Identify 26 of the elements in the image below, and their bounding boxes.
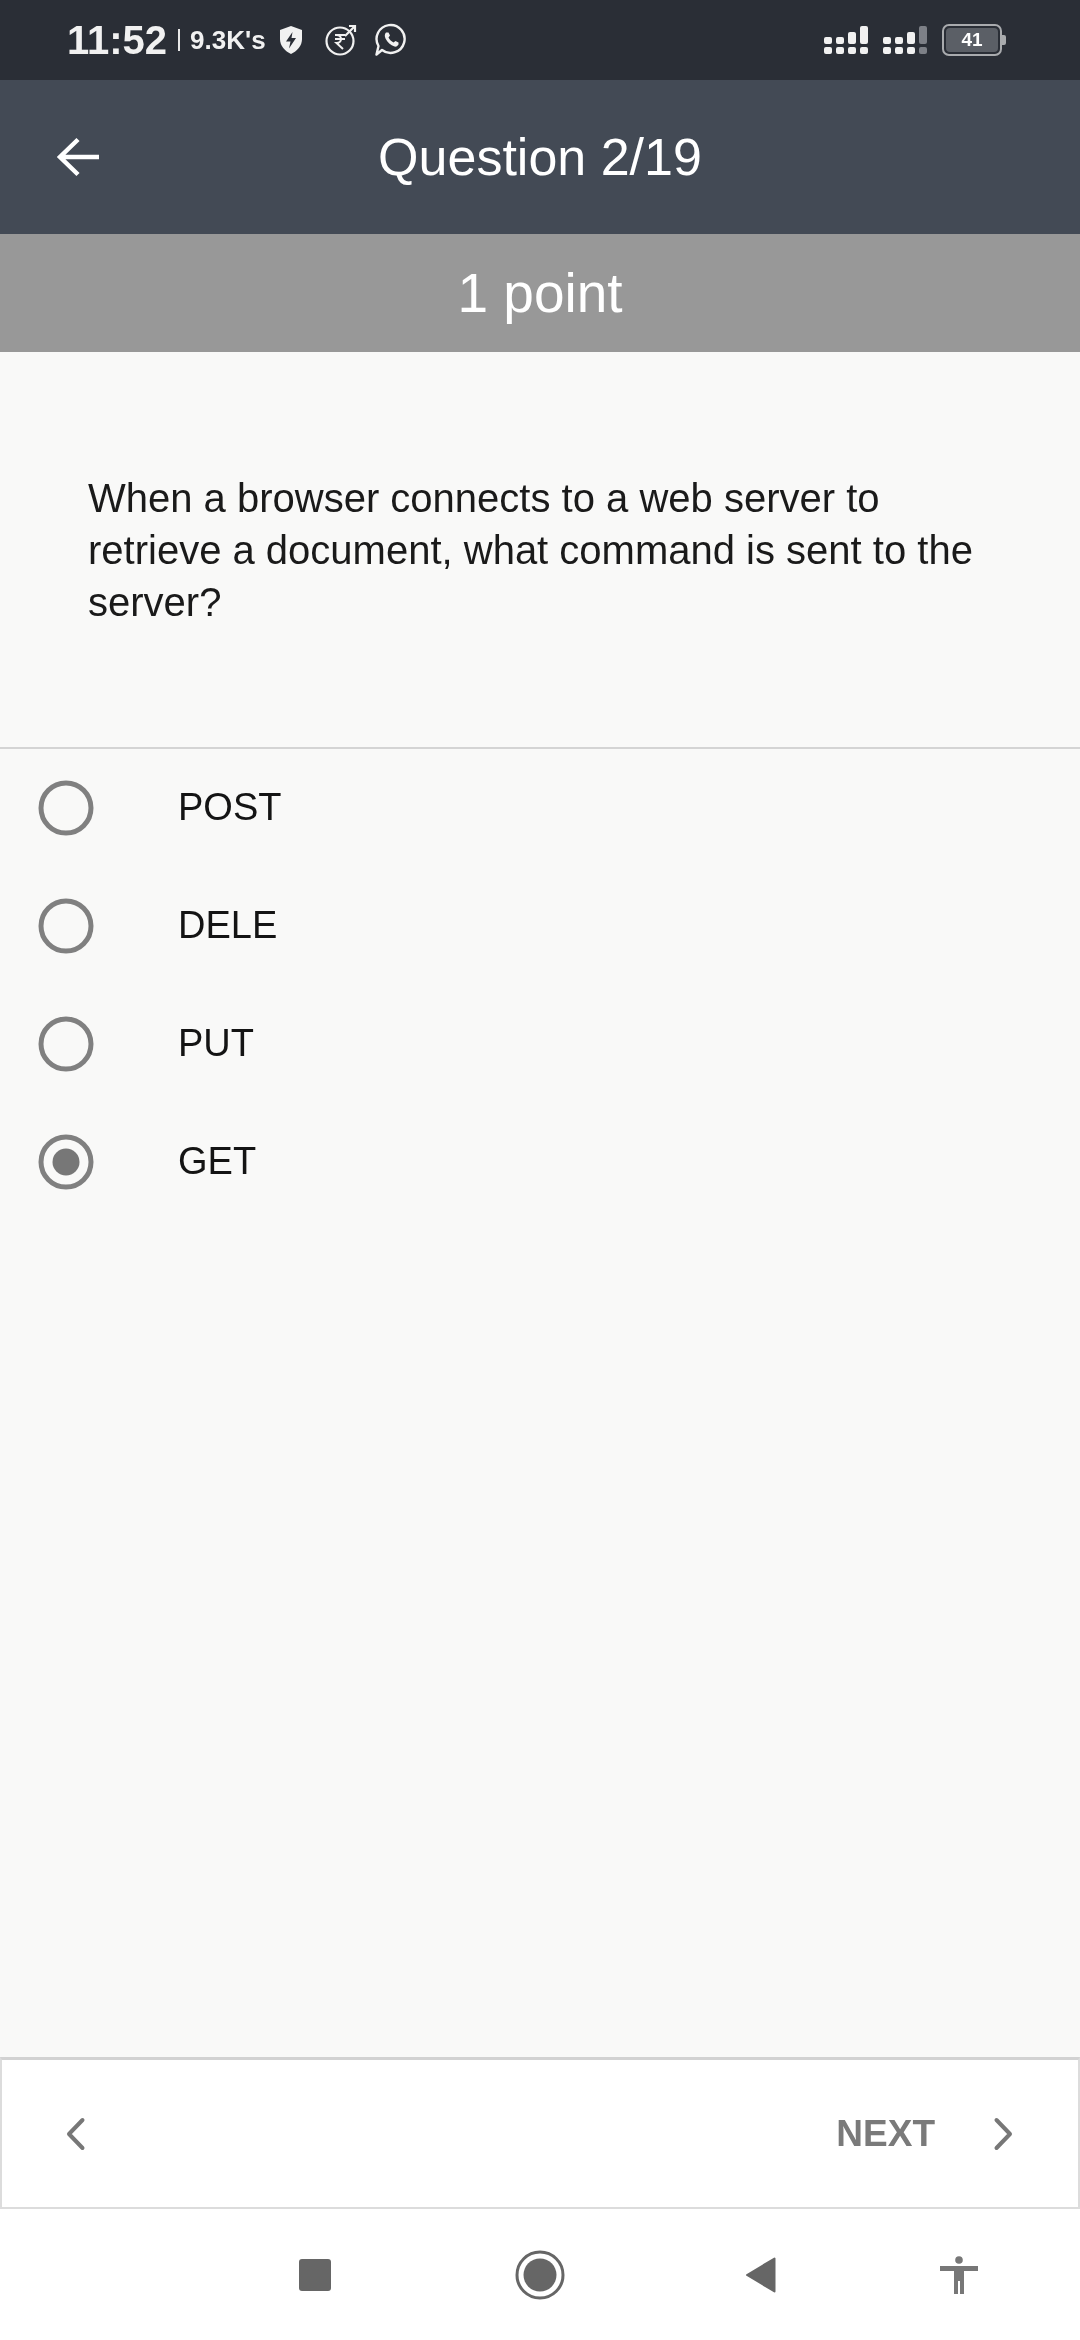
radio-button[interactable] [38,898,94,954]
square-icon[interactable] [299,2258,331,2291]
option-label: DELE [178,903,278,949]
chevron-left-icon [66,2116,86,2151]
screen-title: Question 2/19 [378,126,702,188]
battery-indicator: 41 [942,24,1006,56]
question-text: When a browser connects to a web server to retrieve a document, what command is sent to the server? [88,475,974,626]
shield-bolt-icon [277,25,304,55]
chevron-right-icon [993,2116,1013,2151]
chat-phone-icon [373,23,408,57]
signal-icon [824,26,868,54]
points-bar: 1 point [0,234,1080,352]
arrow-left-icon[interactable] [55,137,101,177]
network-speed: 9.3K's [190,27,266,53]
option-label: PUT [178,1021,254,1067]
clock-time: 11:52 [67,20,168,60]
home-icon[interactable] [515,2249,565,2300]
option-label: POST [178,785,282,831]
accessibility-icon[interactable] [940,2255,978,2294]
back-icon[interactable] [745,2256,776,2293]
radio-button[interactable] [38,1016,94,1072]
radio-button[interactable] [38,1134,94,1190]
option-label: GET [178,1139,257,1185]
signal-icon [883,26,927,54]
next-button[interactable]: NEXT [816,2095,1033,2172]
radio-button[interactable] [38,780,94,836]
